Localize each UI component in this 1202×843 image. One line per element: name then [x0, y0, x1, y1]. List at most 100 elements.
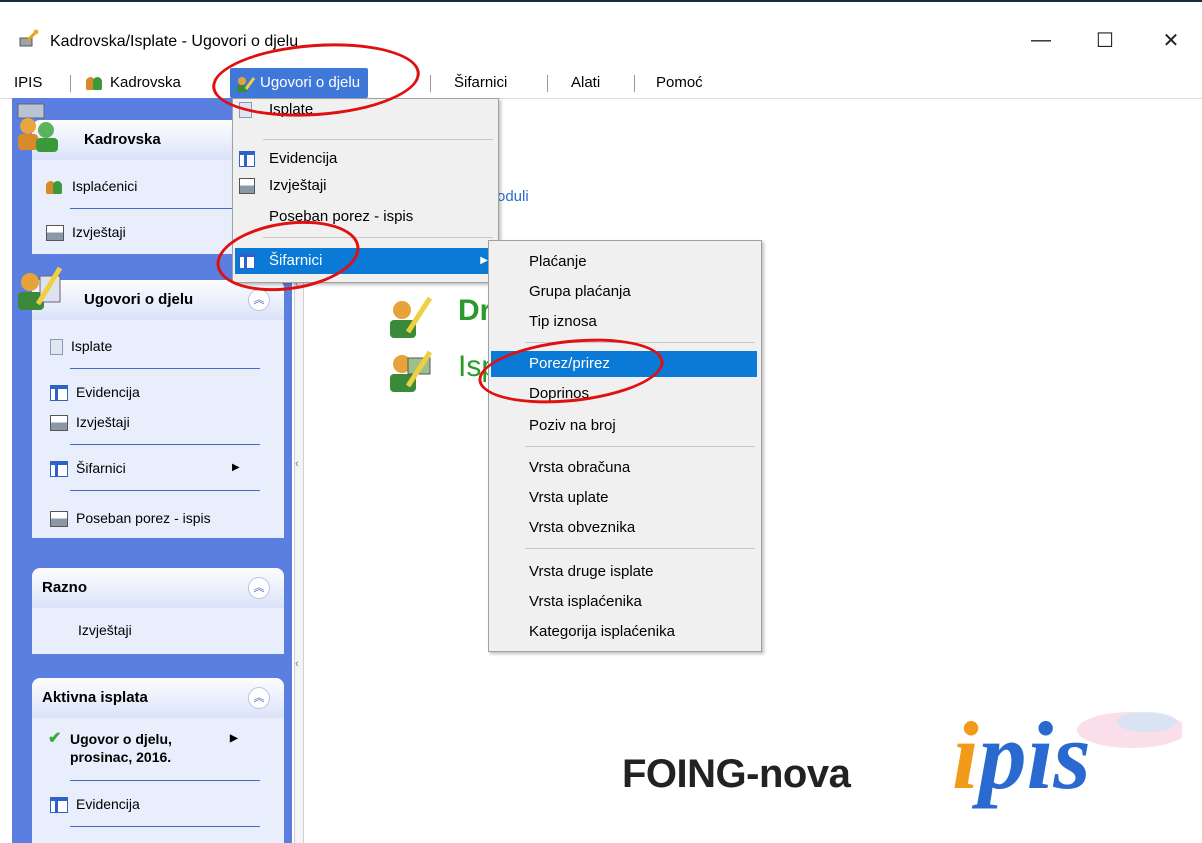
- title-bar: Kadrovska/Isplate - Ugovori o djelu — ☐ …: [0, 0, 1202, 68]
- menu-pomoc[interactable]: Pomoć: [656, 68, 703, 98]
- sidebar-item-isplate[interactable]: Isplate: [50, 336, 112, 356]
- sidebar-item-label: Izvještaji: [72, 224, 126, 240]
- modules-link[interactable]: oduli: [497, 188, 529, 205]
- printer-icon: [46, 225, 64, 242]
- submenu-item-label: Vrsta uplate: [529, 489, 609, 506]
- ugovori-icon: [14, 262, 66, 318]
- submenu-item-vrsta-uplate[interactable]: Vrsta uplate: [491, 485, 757, 511]
- collapse-icon[interactable]: ︽: [248, 289, 270, 311]
- window-title: Kadrovska/Isplate - Ugovori o djelu: [50, 33, 299, 50]
- sidebar-item-label: Šifarnici: [76, 460, 126, 476]
- sidebar-header-label: Aktivna isplata: [42, 689, 148, 706]
- contract-icon: [386, 292, 434, 340]
- submenu-item-label: Vrsta isplaćenika: [529, 593, 642, 610]
- people-icon: [86, 75, 104, 91]
- sidebar-divider: [70, 780, 260, 781]
- submenu-item-label: Vrsta obračuna: [529, 459, 631, 476]
- sidebar-item-izvjestaji[interactable]: Izvještaji: [50, 412, 130, 432]
- sidebar-header-aktivna-isplata[interactable]: Aktivna isplata ︽: [32, 678, 284, 718]
- submenu-item-poziv-na-broj[interactable]: Poziv na broj: [491, 413, 757, 439]
- sifarnici-submenu: Plaćanje Grupa plaćanja Tip iznosa Porez…: [488, 240, 762, 652]
- menu-separator: [634, 75, 635, 92]
- printer-icon: [50, 415, 68, 432]
- menu-bar: IPIS Kadrovska Ugovori o djelu Šifarnici…: [0, 68, 1202, 99]
- printer-icon: [239, 178, 255, 194]
- checkmark-icon: ✔: [48, 730, 62, 747]
- submenu-arrow-icon: ▶: [230, 733, 238, 744]
- menu-item-label: Evidencija: [269, 150, 338, 167]
- logo-product-text: ipis: [952, 702, 1091, 809]
- submenu-item-vrsta-isplacenika[interactable]: Vrsta isplaćenika: [491, 589, 757, 615]
- submenu-item-placanje[interactable]: Plaćanje: [491, 249, 757, 275]
- table-icon: [50, 461, 68, 478]
- sidebar-item-sifarnici[interactable]: Šifarnici ▶: [50, 458, 240, 478]
- menu-alati[interactable]: Alati: [571, 68, 600, 98]
- submenu-item-kategorija-isplacenika[interactable]: Kategorija isplaćenika: [491, 619, 757, 645]
- submenu-arrow-icon: ▶: [232, 462, 240, 473]
- sidebar-divider: [70, 826, 260, 827]
- sidebar-divider: [70, 368, 260, 369]
- table-icon: [239, 151, 255, 167]
- menu-separator: [525, 548, 755, 549]
- submenu-item-label: Kategorija isplaćenika: [529, 623, 675, 640]
- sidebar-item-evidencija[interactable]: Evidencija: [50, 794, 140, 814]
- sidebar-panel-razno: [32, 608, 284, 654]
- submenu-item-label: Poziv na broj: [529, 417, 616, 434]
- menu-separator: [263, 139, 493, 140]
- submenu-item-label: Tip iznosa: [529, 313, 597, 330]
- sidebar-item-label: Poseban porez - ispis: [76, 510, 211, 526]
- document-icon: [50, 339, 63, 356]
- sidebar-item-label: Evidencija: [76, 384, 140, 400]
- sidebar-header-label: Ugovori o djelu: [84, 291, 194, 308]
- collapse-left-icon: ‹: [295, 658, 299, 670]
- sidebar-header-label: Kadrovska: [84, 131, 161, 148]
- submenu-item-label: Grupa plaćanja: [529, 283, 631, 300]
- minimize-button[interactable]: —: [1016, 22, 1066, 58]
- sidebar-divider: [70, 444, 260, 445]
- submenu-item-vrsta-druge-isplate[interactable]: Vrsta druge isplate: [491, 559, 757, 585]
- collapse-icon[interactable]: ︽: [248, 687, 270, 709]
- menu-sifarnici[interactable]: Šifarnici: [454, 68, 507, 98]
- collapse-icon[interactable]: ︽: [248, 577, 270, 599]
- submenu-arrow-icon: ▶: [480, 255, 488, 266]
- payout-icon: [386, 346, 434, 394]
- printer-icon: [50, 511, 68, 528]
- submenu-item-label: Plaćanje: [529, 253, 587, 270]
- table-icon: [50, 385, 68, 402]
- people-icon: [46, 179, 64, 195]
- menu-separator: [547, 75, 548, 92]
- menu-separator: [70, 75, 71, 92]
- sidebar-item-label: Isplaćenici: [72, 178, 138, 194]
- foing-nova-ipis-logo: FOING-nova ipis: [622, 700, 1182, 820]
- kadrovska-icon: [14, 102, 64, 162]
- sidebar-divider: [70, 490, 260, 491]
- content-item-druge[interactable]: Dr: [458, 294, 491, 328]
- sidebar-item-evidencija[interactable]: Evidencija: [50, 382, 140, 402]
- submenu-item-grupa-placanja[interactable]: Grupa plaćanja: [491, 279, 757, 305]
- logo-company-text: FOING-nova: [622, 752, 851, 796]
- sidebar-item-poseban-porez[interactable]: Poseban porez - ispis: [50, 508, 211, 528]
- active-payout-item[interactable]: ✔ Ugovor o djelu, prosinac, 2016. ▶: [48, 730, 238, 766]
- submenu-item-vrsta-obracuna[interactable]: Vrsta obračuna: [491, 455, 757, 481]
- menu-kadrovska[interactable]: Kadrovska: [86, 68, 181, 98]
- menu-separator: [525, 446, 755, 447]
- menu-item-evidencija[interactable]: Evidencija: [235, 147, 494, 171]
- menu-item-izvjestaji[interactable]: Izvještaji: [235, 174, 494, 198]
- sidebar-header-razno[interactable]: Razno ︽: [32, 568, 284, 608]
- table-icon: [50, 797, 68, 814]
- submenu-item-tip-iznosa[interactable]: Tip iznosa: [491, 309, 757, 335]
- submenu-item-vrsta-obveznika[interactable]: Vrsta obveznika: [491, 515, 757, 541]
- active-payout-line2: prosinac, 2016.: [70, 749, 172, 765]
- sidebar-item-izvjestaji[interactable]: Izvještaji: [78, 620, 132, 640]
- sidebar-header-label: Razno: [42, 579, 87, 596]
- sidebar-item-label: Isplate: [71, 338, 113, 354]
- app-tools-icon: [18, 28, 40, 54]
- submenu-item-label: Vrsta obveznika: [529, 519, 636, 536]
- sidebar-item-izvjestaji[interactable]: Izvještaji: [46, 222, 126, 242]
- sidebar-item-isplacenici[interactable]: Isplaćenici: [46, 176, 137, 196]
- maximize-button[interactable]: ☐: [1080, 22, 1130, 58]
- sidebar-item-label: Izvještaji: [76, 414, 130, 430]
- close-button[interactable]: ✕: [1146, 22, 1196, 58]
- menu-ipis[interactable]: IPIS: [14, 68, 42, 98]
- sidebar-item-label: Evidencija: [76, 796, 140, 812]
